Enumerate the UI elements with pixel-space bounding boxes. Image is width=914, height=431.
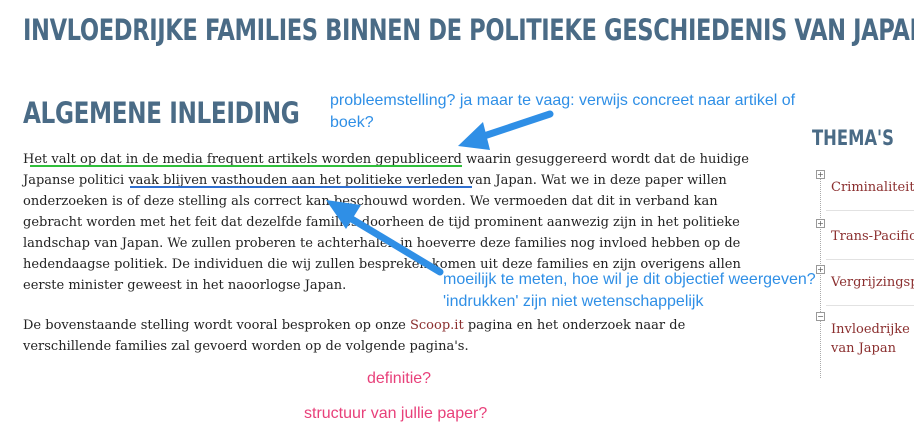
- highlighted-claim: vaak blijven vasthouden aan het politiek…: [128, 173, 464, 188]
- paragraph-line: Het valt op dat in de media frequent art…: [23, 152, 749, 167]
- comment-definitie: definitie?: [367, 370, 432, 387]
- sidebar-item-label[interactable]: Invloedrijke: [831, 320, 910, 339]
- second-paragraph: De bovenstaande stelling wordt vooral be…: [23, 315, 773, 357]
- paragraph-line: landschap van Japan. We zullen proberen …: [23, 236, 741, 251]
- sidebar-title: THEMA'S: [812, 126, 894, 150]
- divider: [826, 210, 914, 211]
- divider: [826, 259, 914, 260]
- paragraph-line: gebracht worden met het feit dat dezelfd…: [23, 215, 740, 230]
- expand-icon[interactable]: +: [816, 265, 825, 274]
- comment-probleemstelling: probleemstelling? ja maar te vaag: verwi…: [330, 92, 796, 131]
- comment-meten: moeilijk te meten, hoe wil je dit object…: [443, 271, 816, 310]
- comment-structuur: structuur van jullie paper?: [304, 405, 488, 422]
- section-title: ALGEMENE INLEIDING: [23, 96, 300, 130]
- highlighted-statement: Het valt op dat in de media frequent art…: [23, 152, 462, 167]
- sidebar-item-label[interactable]: Vergrijzingsp: [831, 273, 914, 292]
- expand-icon[interactable]: +: [816, 170, 825, 179]
- expand-icon[interactable]: +: [816, 219, 825, 228]
- divider: [826, 305, 914, 306]
- sidebar-item-label[interactable]: Criminaliteit: [831, 178, 914, 197]
- tree-guide-line: [820, 170, 821, 378]
- theme-tree: + Criminaliteit + Trans-Pacific + Vergri…: [812, 162, 914, 378]
- scoopit-link[interactable]: Scoop.it: [410, 318, 464, 333]
- sidebar-item-label[interactable]: Trans-Pacific: [831, 227, 914, 246]
- paragraph-line: Japanse politici vaak blijven vasthouden…: [23, 173, 727, 188]
- sidebar-item-label-continued[interactable]: van Japan: [831, 339, 896, 358]
- paragraph-line: verschillende families zal gevoerd worde…: [23, 339, 469, 354]
- page-title: INVLOEDRIJKE FAMILIES BINNEN DE POLITIEK…: [23, 13, 914, 47]
- paragraph-line: onderzoeken is of deze stelling als corr…: [23, 194, 718, 209]
- paragraph-line: De bovenstaande stelling wordt vooral be…: [23, 318, 686, 333]
- collapse-icon[interactable]: −: [816, 312, 825, 321]
